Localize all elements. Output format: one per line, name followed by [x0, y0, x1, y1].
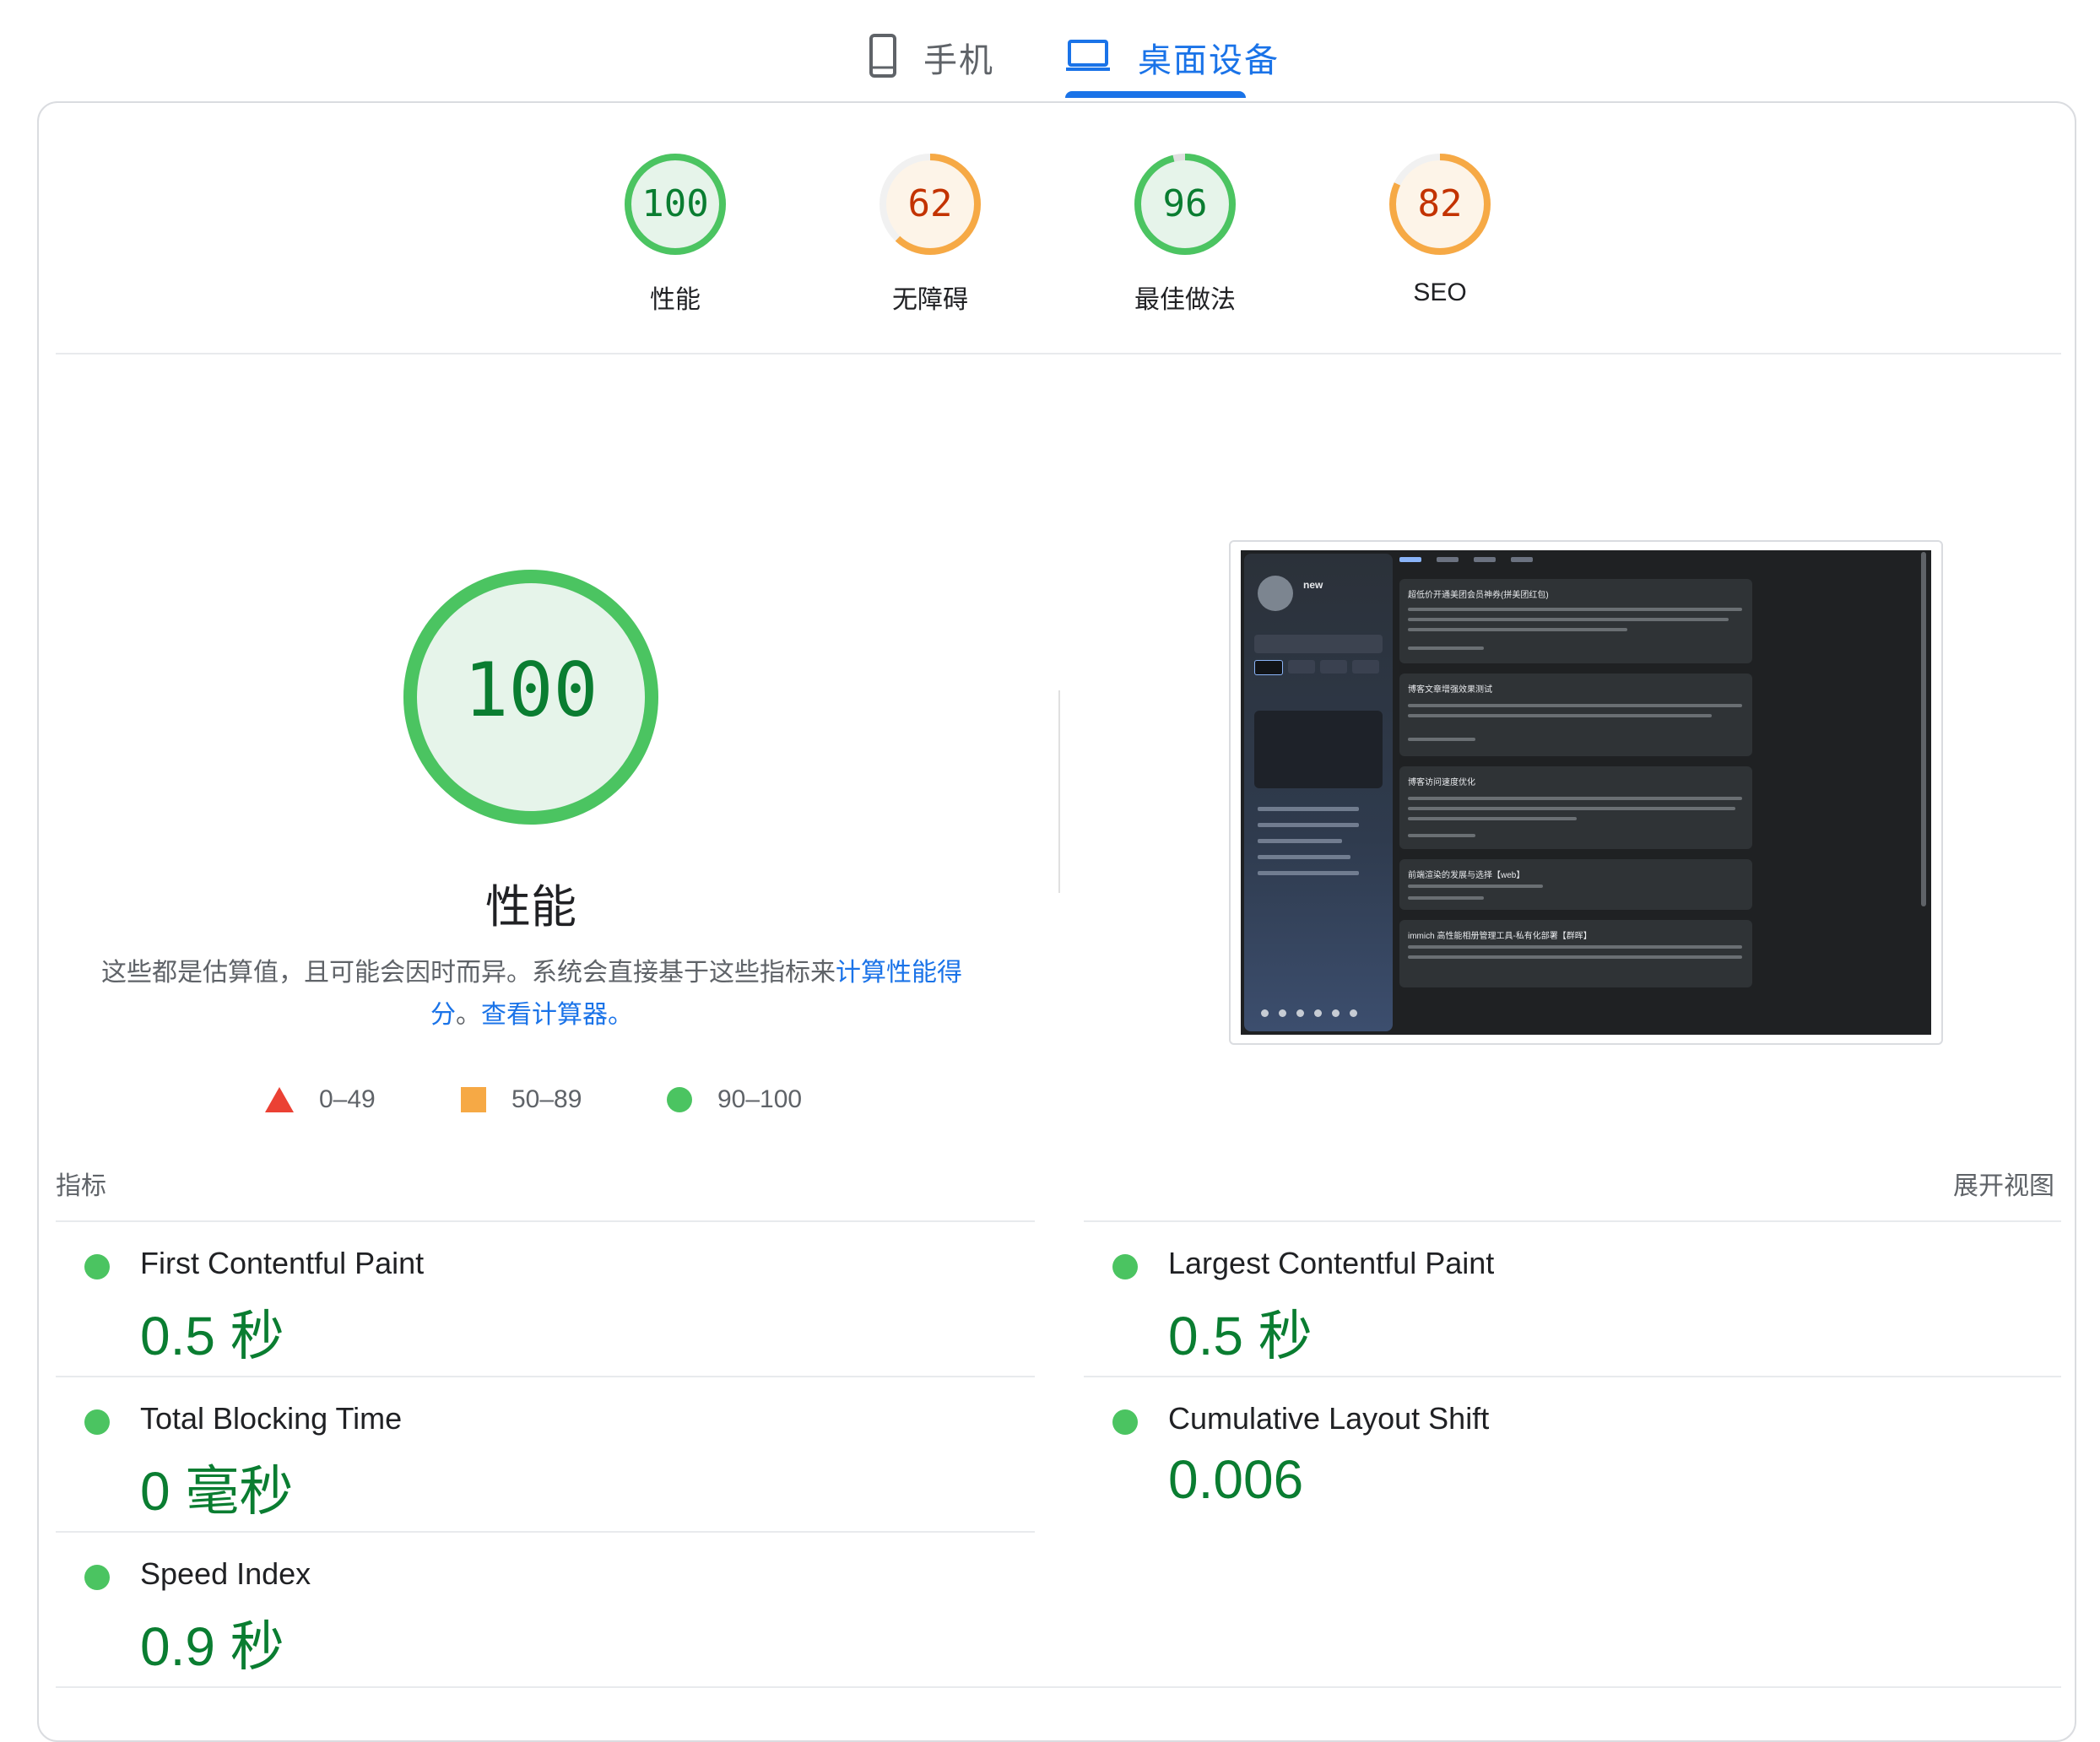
tab-desktop[interactable]: 桌面设备: [1065, 15, 1280, 100]
metrics-divider: [56, 1376, 1035, 1377]
metrics-divider: [56, 1531, 1035, 1533]
gauge-label: 性能: [650, 286, 701, 314]
square-icon: [461, 1087, 486, 1112]
thumb-post: 超低价开通美团会员神券(拼美团红包): [1399, 579, 1752, 663]
tab-mobile[interactable]: 手机: [869, 15, 994, 100]
avatar: [1258, 576, 1293, 611]
tab-mobile-label: 手机: [923, 42, 994, 79]
metric-value: 0 毫秒: [140, 1461, 294, 1522]
expand-view-toggle[interactable]: 展开视图: [1953, 1165, 2054, 1202]
metric-value: 0.5 秒: [1168, 1306, 1312, 1366]
performance-score: 100: [463, 646, 598, 733]
final-screenshot[interactable]: new 超低价开通美团会员神券(拼美团红包) 博客文章增强效果测试 博客访问速度…: [1229, 540, 1943, 1045]
pass-indicator-icon: [84, 1254, 110, 1279]
gauge-score: 62: [907, 182, 953, 225]
thumb-links: [1258, 807, 1359, 887]
pass-indicator-icon: [84, 1409, 110, 1435]
metric-value: 0.006: [1168, 1449, 1304, 1510]
gauge-score: 100: [641, 182, 709, 225]
gauge-score: 82: [1417, 182, 1463, 225]
performance-description: 这些都是估算值，且可能会因时而异。系统会直接基于这些指标来计算性能得分。查看计算…: [101, 952, 962, 1036]
thumb-chips: [1254, 660, 1379, 675]
pass-indicator-icon: [1112, 1254, 1138, 1279]
pass-indicator-icon: [1112, 1409, 1138, 1435]
thumb-social-icons: [1261, 1009, 1357, 1017]
metrics-header: 指标: [56, 1172, 106, 1200]
laptop-icon: [1065, 39, 1111, 77]
thumb-post: immich 高性能相册管理工具-私有化部署【群晖】: [1399, 920, 1752, 987]
triangle-icon: [265, 1087, 294, 1112]
thumb-site-title: new: [1303, 579, 1323, 591]
gauge-performance[interactable]: 100 性能: [599, 152, 751, 314]
gauge-label: 最佳做法: [1134, 286, 1236, 314]
pass-indicator-icon: [84, 1565, 110, 1590]
metrics-divider: [1084, 1220, 2061, 1222]
metric-name: Largest Contentful Paint: [1168, 1246, 1495, 1280]
gauge-best-practices[interactable]: 96 最佳做法: [1109, 152, 1261, 314]
device-tabs: 手机 桌面设备: [0, 0, 2100, 100]
legend-fail: 0–49: [265, 1085, 376, 1114]
gauge-seo[interactable]: 82 SEO: [1364, 152, 1516, 306]
thumb-panel: [1254, 711, 1383, 788]
performance-title: 性能: [485, 882, 576, 933]
gauges-divider: [56, 353, 2061, 354]
metric-name: Total Blocking Time: [140, 1401, 403, 1436]
description-separator: 。: [456, 1001, 481, 1029]
thumb-post: 博客访问速度优化: [1399, 766, 1752, 849]
calculator-link[interactable]: 查看计算器。: [481, 1001, 633, 1029]
gauge-score: 96: [1162, 182, 1208, 225]
metric-name: Cumulative Layout Shift: [1168, 1401, 1490, 1436]
tab-desktop-label: 桌面设备: [1138, 42, 1280, 79]
metric-name: Speed Index: [140, 1556, 311, 1591]
metrics-divider: [1084, 1376, 2061, 1377]
thumb-post: 博客文章增强效果测试: [1399, 674, 1752, 756]
gauge-label: 无障碍: [892, 286, 968, 314]
circle-icon: [667, 1087, 692, 1112]
legend-pass: 90–100: [667, 1085, 802, 1114]
metrics-divider: [56, 1220, 1035, 1222]
legend-average-label: 50–89: [511, 1085, 582, 1113]
legend-fail-label: 0–49: [319, 1085, 376, 1113]
active-tab-indicator: [1065, 91, 1246, 98]
vertical-divider: [1058, 690, 1060, 893]
metric-value: 0.5 秒: [140, 1306, 284, 1366]
thumb-main: 超低价开通美团会员神券(拼美团红包) 博客文章增强效果测试 博客访问速度优化 前…: [1399, 550, 1752, 1035]
metric-name: First Contentful Paint: [140, 1246, 425, 1280]
legend-average: 50–89: [461, 1085, 582, 1114]
thumb-sidebar: new: [1244, 554, 1393, 1031]
thumb-post: 前端渲染的发展与选择【web】: [1399, 859, 1752, 910]
metrics-divider: [56, 1686, 2061, 1688]
thumb-scrollbar: [1921, 552, 1926, 906]
metric-value: 0.9 秒: [140, 1616, 284, 1677]
phone-icon: [869, 33, 896, 82]
legend-pass-label: 90–100: [717, 1085, 803, 1113]
description-text: 这些都是估算值，且可能会因时而异。系统会直接基于这些指标来: [101, 959, 836, 987]
screenshot-image: new 超低价开通美团会员神券(拼美团红包) 博客文章增强效果测试 博客访问速度…: [1241, 550, 1931, 1035]
gauge-accessibility[interactable]: 62 无障碍: [854, 152, 1006, 314]
gauge-label: SEO: [1413, 279, 1467, 306]
thumb-search: [1254, 635, 1383, 653]
